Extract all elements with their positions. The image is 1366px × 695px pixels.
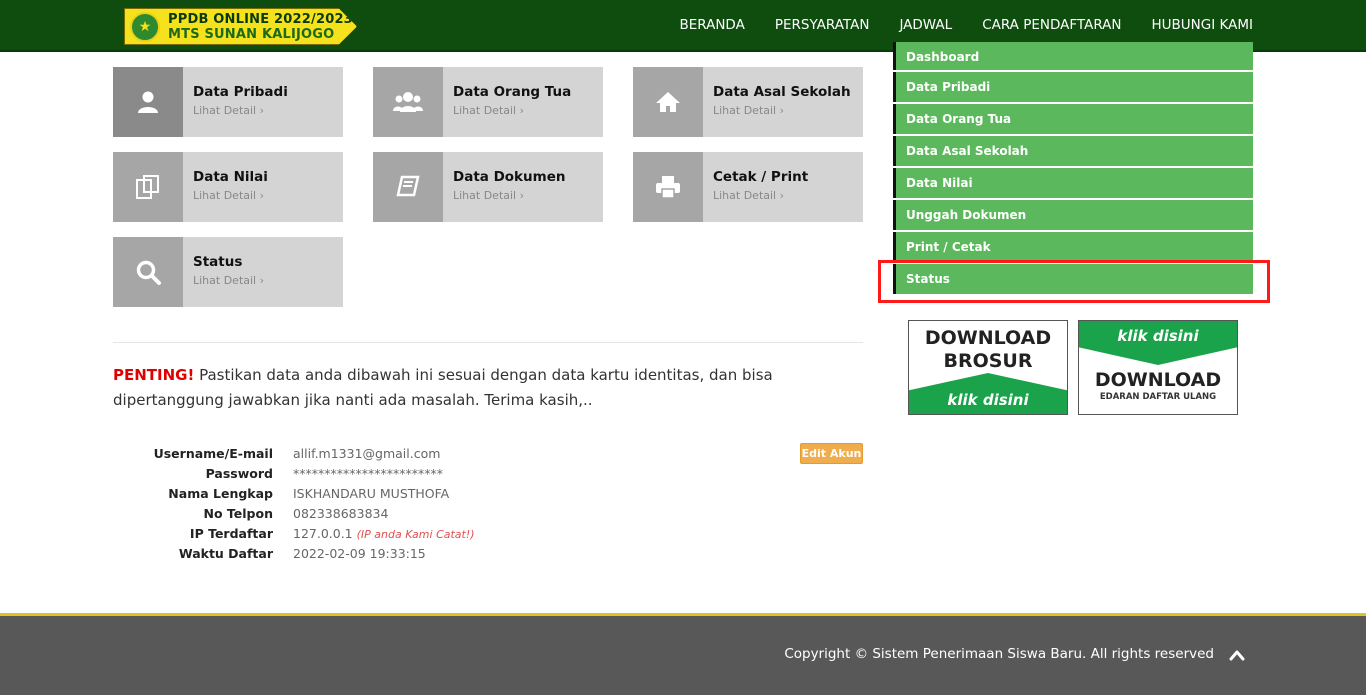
side-menu-data-asal-sekolah[interactable]: Data Asal Sekolah [893, 136, 1253, 166]
nav-jadwal[interactable]: JADWAL [899, 17, 952, 33]
logo-school-name: MTS SUNAN KALIJOGO [168, 26, 335, 42]
status-highlight-box [878, 260, 1270, 303]
tile-data-dokumen[interactable]: Data Dokumen Lihat Detail › [373, 152, 603, 222]
side-menu-data-pribadi[interactable]: Data Pribadi [893, 72, 1253, 102]
nav-persyaratan[interactable]: PERSYARATAN [775, 17, 870, 33]
side-menu-unggah-dokumen[interactable]: Unggah Dokumen [893, 200, 1253, 230]
school-emblem-icon: ★ [130, 11, 160, 42]
penting-label: PENTING! [113, 366, 195, 384]
info-row-username: Username/E-mail allif.m1331@gmail.com [153, 445, 441, 461]
chevron-up-icon[interactable] [1229, 647, 1245, 663]
page-footer: Copyright © Sistem Penerimaan Siswa Baru… [0, 613, 1366, 695]
tile-title: Data Pribadi [193, 84, 288, 100]
book-icon [373, 152, 443, 222]
side-menu-print-cetak[interactable]: Print / Cetak [893, 232, 1253, 262]
lihat-detail-link[interactable]: Lihat Detail › [453, 104, 571, 117]
site-logo[interactable]: ★ PPDB ONLINE 2022/2023 MTS SUNAN KALIJO… [124, 8, 357, 45]
side-menu-dashboard[interactable]: Dashboard [893, 42, 1253, 70]
search-icon [113, 237, 183, 307]
copy-icon [113, 152, 183, 222]
lihat-detail-link[interactable]: Lihat Detail › [713, 189, 808, 202]
tile-title: Data Asal Sekolah [713, 84, 851, 100]
nav-hubungi-kami[interactable]: HUBUNGI KAMI [1152, 17, 1254, 33]
notice-text: Pastikan data anda dibawah ini sesuai de… [113, 366, 773, 409]
info-row-no-telpon: No Telpon 082338683834 [203, 505, 389, 521]
tile-title: Status [193, 254, 243, 270]
tile-title: Data Dokumen [453, 169, 566, 185]
lihat-detail-link[interactable]: Lihat Detail › [453, 189, 565, 202]
edit-akun-button[interactable]: Edit Akun [800, 443, 863, 464]
info-row-ip-terdaftar: IP Terdaftar 127.0.0.1 (IP anda Kami Cata… [189, 525, 475, 541]
account-info: Username/E-mail allif.m1331@gmail.com Pa… [113, 443, 863, 563]
tile-cetak-print[interactable]: Cetak / Print Lihat Detail › [633, 152, 863, 222]
nav-beranda[interactable]: BERANDA [679, 17, 744, 33]
tile-data-asal-sekolah[interactable]: Data Asal Sekolah Lihat Detail › [633, 67, 863, 137]
user-icon [113, 67, 183, 137]
tile-data-pribadi[interactable]: Data Pribadi Lihat Detail › [113, 67, 343, 137]
logo-title: PPDB ONLINE 2022/2023 [168, 11, 353, 27]
tile-title: Cetak / Print [713, 169, 809, 185]
content-divider [113, 342, 863, 343]
users-icon [373, 67, 443, 137]
lihat-detail-link[interactable]: Lihat Detail › [193, 104, 288, 117]
tile-title: Data Orang Tua [453, 84, 572, 100]
side-menu: Dashboard Data Pribadi Data Orang Tua Da… [893, 42, 1253, 296]
nav-cara-pendaftaran[interactable]: CARA PENDAFTARAN [982, 17, 1121, 33]
print-icon [633, 152, 703, 222]
info-row-waktu-daftar: Waktu Daftar 2022-02-09 19:33:15 [178, 545, 426, 561]
lihat-detail-link[interactable]: Lihat Detail › [193, 189, 268, 202]
important-notice: PENTING! Pastikan data anda dibawah ini … [113, 363, 863, 413]
info-row-nama-lengkap: Nama Lengkap ISKHANDARU MUSTHOFA [168, 485, 450, 501]
lihat-detail-link[interactable]: Lihat Detail › [193, 274, 264, 287]
side-menu-data-nilai[interactable]: Data Nilai [893, 168, 1253, 198]
home-icon [633, 67, 703, 137]
tile-data-orang-tua[interactable]: Data Orang Tua Lihat Detail › [373, 67, 603, 137]
download-brosur-banner[interactable]: DOWNLOAD BROSUR klik disini [908, 320, 1068, 415]
tile-data-nilai[interactable]: Data Nilai Lihat Detail › [113, 152, 343, 222]
side-menu-data-orang-tua[interactable]: Data Orang Tua [893, 104, 1253, 134]
info-row-password: Password ************************ [205, 465, 443, 481]
lihat-detail-link[interactable]: Lihat Detail › [713, 104, 851, 117]
tile-title: Data Nilai [193, 169, 268, 185]
ip-note: (IP anda Kami Catat!) [356, 527, 475, 541]
tile-status[interactable]: Status Lihat Detail › [113, 237, 343, 307]
download-edaran-banner[interactable]: klik disini DOWNLOAD EDARAN DAFTAR ULANG [1078, 320, 1238, 415]
copyright-text: Copyright © Sistem Penerimaan Siswa Baru… [784, 646, 1214, 662]
